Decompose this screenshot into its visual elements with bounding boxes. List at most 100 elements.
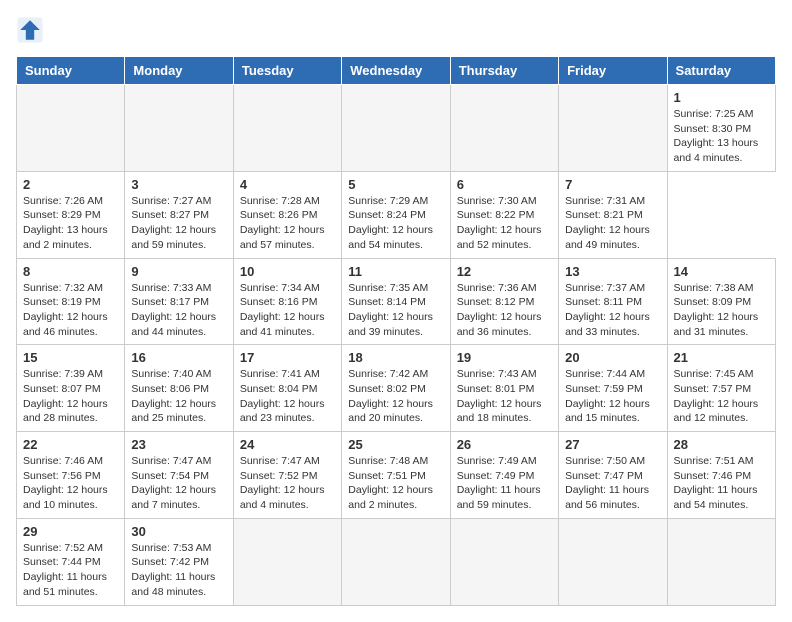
day-cell-12: 12 Sunrise: 7:36 AM Sunset: 8:12 PM Dayl… (450, 258, 558, 345)
cell-info: Sunrise: 7:47 AM Sunset: 7:54 PM Dayligh… (131, 454, 226, 513)
daylight: Daylight: 11 hours and 48 minutes. (131, 570, 226, 599)
day-number: 4 (240, 177, 335, 192)
daylight: Daylight: 12 hours and 49 minutes. (565, 223, 660, 252)
sunrise: Sunrise: 7:36 AM (457, 281, 552, 296)
day-cell-6: 6 Sunrise: 7:30 AM Sunset: 8:22 PM Dayli… (450, 171, 558, 258)
sunset: Sunset: 7:44 PM (23, 555, 118, 570)
cell-info: Sunrise: 7:35 AM Sunset: 8:14 PM Dayligh… (348, 281, 443, 340)
day-cell-27: 27 Sunrise: 7:50 AM Sunset: 7:47 PM Dayl… (559, 432, 667, 519)
day-cell-18: 18 Sunrise: 7:42 AM Sunset: 8:02 PM Dayl… (342, 345, 450, 432)
sunset: Sunset: 8:19 PM (23, 295, 118, 310)
sunset: Sunset: 8:24 PM (348, 208, 443, 223)
sunset: Sunset: 8:14 PM (348, 295, 443, 310)
day-number: 18 (348, 350, 443, 365)
daylight: Daylight: 12 hours and 36 minutes. (457, 310, 552, 339)
day-number: 12 (457, 264, 552, 279)
day-cell-26: 26 Sunrise: 7:49 AM Sunset: 7:49 PM Dayl… (450, 432, 558, 519)
daylight: Daylight: 12 hours and 44 minutes. (131, 310, 226, 339)
logo-icon (16, 16, 44, 44)
day-cell-2: 2 Sunrise: 7:26 AM Sunset: 8:29 PM Dayli… (17, 171, 125, 258)
sunrise: Sunrise: 7:30 AM (457, 194, 552, 209)
daylight: Daylight: 11 hours and 54 minutes. (674, 483, 769, 512)
day-number: 30 (131, 524, 226, 539)
sunrise: Sunrise: 7:37 AM (565, 281, 660, 296)
sunrise: Sunrise: 7:26 AM (23, 194, 118, 209)
day-cell-5: 5 Sunrise: 7:29 AM Sunset: 8:24 PM Dayli… (342, 171, 450, 258)
daylight: Daylight: 12 hours and 23 minutes. (240, 397, 335, 426)
empty-cell (450, 85, 558, 172)
day-cell-9: 9 Sunrise: 7:33 AM Sunset: 8:17 PM Dayli… (125, 258, 233, 345)
day-number: 10 (240, 264, 335, 279)
sunrise: Sunrise: 7:43 AM (457, 367, 552, 382)
calendar-week-4: 22 Sunrise: 7:46 AM Sunset: 7:56 PM Dayl… (17, 432, 776, 519)
sunset: Sunset: 8:01 PM (457, 382, 552, 397)
sunset: Sunset: 8:27 PM (131, 208, 226, 223)
cell-info: Sunrise: 7:26 AM Sunset: 8:29 PM Dayligh… (23, 194, 118, 253)
weekday-tuesday: Tuesday (233, 57, 341, 85)
daylight: Daylight: 12 hours and 54 minutes. (348, 223, 443, 252)
sunset: Sunset: 7:52 PM (240, 469, 335, 484)
weekday-sunday: Sunday (17, 57, 125, 85)
sunrise: Sunrise: 7:33 AM (131, 281, 226, 296)
day-number: 29 (23, 524, 118, 539)
day-cell-19: 19 Sunrise: 7:43 AM Sunset: 8:01 PM Dayl… (450, 345, 558, 432)
empty-cell (559, 518, 667, 605)
sunrise: Sunrise: 7:48 AM (348, 454, 443, 469)
day-cell-22: 22 Sunrise: 7:46 AM Sunset: 7:56 PM Dayl… (17, 432, 125, 519)
day-number: 7 (565, 177, 660, 192)
cell-info: Sunrise: 7:31 AM Sunset: 8:21 PM Dayligh… (565, 194, 660, 253)
day-number: 17 (240, 350, 335, 365)
day-cell-7: 7 Sunrise: 7:31 AM Sunset: 8:21 PM Dayli… (559, 171, 667, 258)
daylight: Daylight: 11 hours and 51 minutes. (23, 570, 118, 599)
cell-info: Sunrise: 7:48 AM Sunset: 7:51 PM Dayligh… (348, 454, 443, 513)
day-cell-30: 30 Sunrise: 7:53 AM Sunset: 7:42 PM Dayl… (125, 518, 233, 605)
day-number: 8 (23, 264, 118, 279)
daylight: Daylight: 11 hours and 56 minutes. (565, 483, 660, 512)
day-number: 6 (457, 177, 552, 192)
sunset: Sunset: 8:30 PM (674, 122, 769, 137)
daylight: Daylight: 12 hours and 4 minutes. (240, 483, 335, 512)
sunrise: Sunrise: 7:25 AM (674, 107, 769, 122)
cell-info: Sunrise: 7:53 AM Sunset: 7:42 PM Dayligh… (131, 541, 226, 600)
cell-info: Sunrise: 7:39 AM Sunset: 8:07 PM Dayligh… (23, 367, 118, 426)
sunset: Sunset: 8:12 PM (457, 295, 552, 310)
sunrise: Sunrise: 7:38 AM (674, 281, 769, 296)
daylight: Daylight: 12 hours and 52 minutes. (457, 223, 552, 252)
cell-info: Sunrise: 7:51 AM Sunset: 7:46 PM Dayligh… (674, 454, 769, 513)
sunset: Sunset: 8:06 PM (131, 382, 226, 397)
daylight: Daylight: 13 hours and 2 minutes. (23, 223, 118, 252)
weekday-header-row: SundayMondayTuesdayWednesdayThursdayFrid… (17, 57, 776, 85)
empty-cell (125, 85, 233, 172)
daylight: Daylight: 12 hours and 20 minutes. (348, 397, 443, 426)
day-cell-21: 21 Sunrise: 7:45 AM Sunset: 7:57 PM Dayl… (667, 345, 775, 432)
empty-cell (667, 518, 775, 605)
daylight: Daylight: 12 hours and 57 minutes. (240, 223, 335, 252)
empty-cell (342, 518, 450, 605)
cell-info: Sunrise: 7:29 AM Sunset: 8:24 PM Dayligh… (348, 194, 443, 253)
day-cell-4: 4 Sunrise: 7:28 AM Sunset: 8:26 PM Dayli… (233, 171, 341, 258)
calendar-week-5: 29 Sunrise: 7:52 AM Sunset: 7:44 PM Dayl… (17, 518, 776, 605)
cell-info: Sunrise: 7:28 AM Sunset: 8:26 PM Dayligh… (240, 194, 335, 253)
daylight: Daylight: 12 hours and 59 minutes. (131, 223, 226, 252)
calendar-week-3: 15 Sunrise: 7:39 AM Sunset: 8:07 PM Dayl… (17, 345, 776, 432)
day-number: 19 (457, 350, 552, 365)
empty-cell (17, 85, 125, 172)
sunset: Sunset: 8:21 PM (565, 208, 660, 223)
sunrise: Sunrise: 7:31 AM (565, 194, 660, 209)
day-cell-3: 3 Sunrise: 7:27 AM Sunset: 8:27 PM Dayli… (125, 171, 233, 258)
empty-cell (342, 85, 450, 172)
cell-info: Sunrise: 7:27 AM Sunset: 8:27 PM Dayligh… (131, 194, 226, 253)
sunrise: Sunrise: 7:51 AM (674, 454, 769, 469)
cell-info: Sunrise: 7:43 AM Sunset: 8:01 PM Dayligh… (457, 367, 552, 426)
day-cell-28: 28 Sunrise: 7:51 AM Sunset: 7:46 PM Dayl… (667, 432, 775, 519)
day-cell-23: 23 Sunrise: 7:47 AM Sunset: 7:54 PM Dayl… (125, 432, 233, 519)
sunset: Sunset: 7:51 PM (348, 469, 443, 484)
day-number: 13 (565, 264, 660, 279)
sunrise: Sunrise: 7:49 AM (457, 454, 552, 469)
sunset: Sunset: 8:16 PM (240, 295, 335, 310)
daylight: Daylight: 11 hours and 59 minutes. (457, 483, 552, 512)
logo (16, 16, 48, 44)
sunrise: Sunrise: 7:27 AM (131, 194, 226, 209)
daylight: Daylight: 12 hours and 25 minutes. (131, 397, 226, 426)
sunset: Sunset: 8:02 PM (348, 382, 443, 397)
